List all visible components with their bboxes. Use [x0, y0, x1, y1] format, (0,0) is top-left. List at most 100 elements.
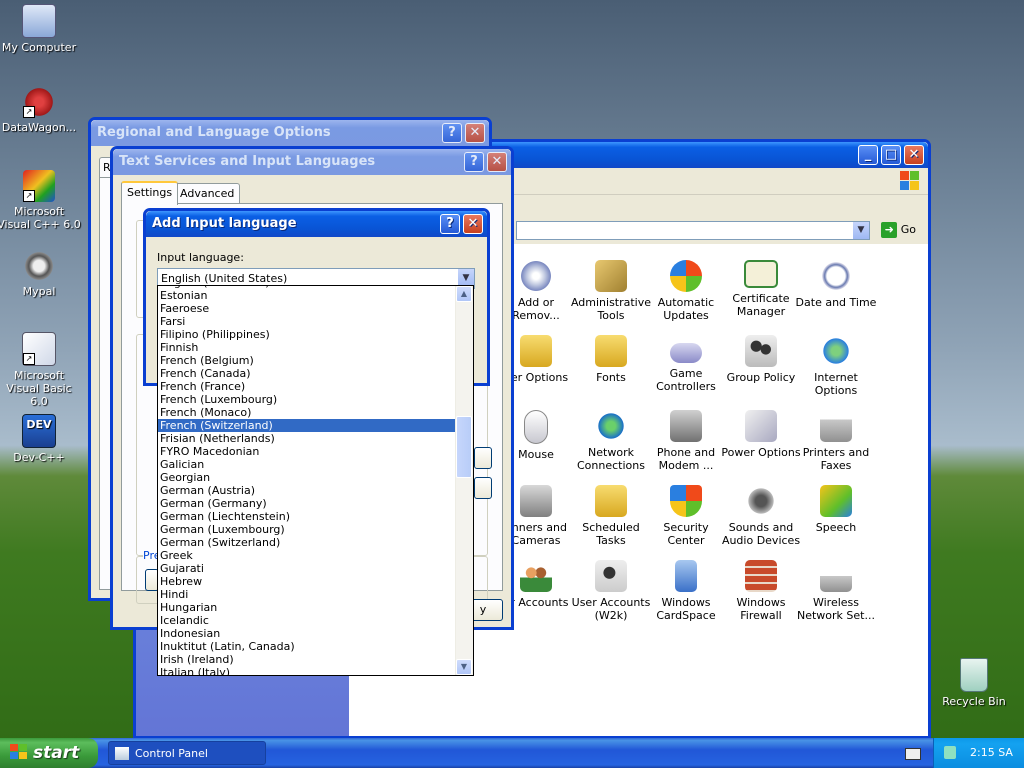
- regional-titlebar[interactable]: Regional and Language Options ? ✕: [91, 120, 489, 146]
- network-globe-icon: [595, 410, 627, 442]
- mouse-icon: [524, 410, 548, 444]
- dropdown-option[interactable]: Gujarati: [158, 562, 456, 575]
- tab-advanced[interactable]: Advanced: [174, 183, 241, 204]
- desktop-icon-my-computer[interactable]: My Computer: [0, 4, 81, 54]
- cp-item-fonts[interactable]: Fonts: [570, 335, 652, 384]
- cp-item-security-center[interactable]: Security Center: [645, 485, 727, 547]
- dropdown-option[interactable]: Filipino (Philippines): [158, 328, 456, 341]
- wireless-icon: [820, 560, 852, 592]
- dropdown-option[interactable]: German (Luxembourg): [158, 523, 456, 536]
- desktop-icon-mypal[interactable]: Mypal: [0, 250, 81, 298]
- cp-item-admin-tools[interactable]: Administrative Tools: [570, 260, 652, 322]
- dropdown-option[interactable]: Estonian: [158, 289, 456, 302]
- dropdown-option[interactable]: FYRO Macedonian: [158, 445, 456, 458]
- scroll-down-arrow-icon[interactable]: ▼: [456, 659, 472, 675]
- cp-item-phone-modem[interactable]: Phone and Modem ...: [645, 410, 727, 472]
- dropdown-option[interactable]: French (Belgium): [158, 354, 456, 367]
- dropdown-option[interactable]: Greek: [158, 549, 456, 562]
- cp-item-user-accounts-w2k[interactable]: User Accounts (W2k): [570, 560, 652, 622]
- close-button[interactable]: ✕: [465, 123, 485, 143]
- user-key-icon: [595, 560, 627, 592]
- close-button[interactable]: ✕: [463, 214, 483, 234]
- scrollbar-thumb[interactable]: [456, 416, 472, 478]
- cp-item-internet-options[interactable]: Internet Options: [795, 335, 877, 397]
- desktop-icon-recycle-bin[interactable]: Recycle Bin: [932, 658, 1016, 708]
- close-button[interactable]: ✕: [904, 145, 924, 165]
- dropdown-option[interactable]: Icelandic: [158, 614, 456, 627]
- desktop-icon-label: Dev-C++: [13, 451, 65, 464]
- dropdown-option[interactable]: Galician: [158, 458, 456, 471]
- dropdown-option[interactable]: Georgian: [158, 471, 456, 484]
- cp-item-group-policy[interactable]: Group Policy: [720, 335, 802, 384]
- desktop-icon-visual-basic[interactable]: ↗ Microsoft Visual Basic 6.0: [0, 332, 81, 408]
- dropdown-scrollbar[interactable]: ▲ ▼: [455, 286, 473, 675]
- dropdown-option[interactable]: Farsi: [158, 315, 456, 328]
- cp-item-scheduled-tasks[interactable]: Scheduled Tasks: [570, 485, 652, 547]
- go-button[interactable]: ➜ Go: [881, 222, 916, 238]
- help-button[interactable]: ?: [464, 152, 484, 172]
- dropdown-option[interactable]: German (Austria): [158, 484, 456, 497]
- desktop-icon-visual-cpp[interactable]: ↗ Microsoft Visual C++ 6.0: [0, 170, 81, 231]
- keyboard-icon[interactable]: [905, 748, 921, 760]
- cp-item-automatic-updates[interactable]: Automatic Updates: [645, 260, 727, 322]
- cp-item-wireless-network[interactable]: Wireless Network Set...: [795, 560, 877, 622]
- desktop-icon-dev-cpp[interactable]: DEV Dev-C++: [0, 414, 81, 464]
- cp-item-certificate-manager[interactable]: Certificate Manager: [720, 260, 802, 318]
- dropdown-option[interactable]: Frisian (Netherlands): [158, 432, 456, 445]
- speech-icon: [820, 485, 852, 517]
- cp-item-network-connections[interactable]: Network Connections: [570, 410, 652, 472]
- dropdown-option[interactable]: Hindi: [158, 588, 456, 601]
- text-services-titlebar[interactable]: Text Services and Input Languages ? ✕: [113, 149, 511, 175]
- dropdown-option[interactable]: Indonesian: [158, 627, 456, 640]
- dropdown-option[interactable]: Hebrew: [158, 575, 456, 588]
- tab-settings[interactable]: Settings: [121, 181, 179, 205]
- dropdown-option[interactable]: French (Luxembourg): [158, 393, 456, 406]
- dropdown-option[interactable]: Finnish: [158, 341, 456, 354]
- cp-item-date-time[interactable]: Date and Time: [795, 260, 877, 309]
- start-button[interactable]: start: [0, 738, 98, 768]
- dropdown-option[interactable]: German (Liechtenstein): [158, 510, 456, 523]
- windows-flag-icon: [10, 744, 28, 760]
- recycle-tray-icon[interactable]: [944, 746, 956, 759]
- clock[interactable]: 2:15 SA: [970, 738, 1013, 768]
- cp-item-speech[interactable]: Speech: [795, 485, 877, 534]
- properties-button[interactable]: [474, 447, 492, 469]
- cp-item-power-options[interactable]: Power Options: [720, 410, 802, 459]
- system-tray: 2:15 SA: [933, 738, 1024, 768]
- dropdown-option[interactable]: Italian (Italy): [158, 666, 456, 675]
- dropdown-option[interactable]: Inuktitut (Latin, Canada): [158, 640, 456, 653]
- minimize-button[interactable]: _: [858, 145, 878, 165]
- dropdown-option[interactable]: German (Germany): [158, 497, 456, 510]
- control-panel-icon: [115, 747, 129, 760]
- cp-item-game-controllers[interactable]: Game Controllers: [645, 335, 727, 393]
- dropdown-option[interactable]: Irish (Ireland): [158, 653, 456, 666]
- cd-install-icon: [520, 260, 552, 292]
- users-icon: [520, 560, 552, 592]
- dropdown-option[interactable]: French (France): [158, 380, 456, 393]
- close-button[interactable]: ✕: [487, 152, 507, 172]
- cp-item-sounds-audio[interactable]: Sounds and Audio Devices: [720, 485, 802, 547]
- dropdown-option[interactable]: German (Switzerland): [158, 536, 456, 549]
- cp-item-windows-cardspace[interactable]: Windows CardSpace: [645, 560, 727, 622]
- dropdown-option[interactable]: French (Switzerland): [158, 419, 456, 432]
- desktop-icon-label: Microsoft Visual Basic 6.0: [6, 369, 72, 408]
- remove-button[interactable]: [474, 477, 492, 499]
- dropdown-option[interactable]: Hungarian: [158, 601, 456, 614]
- maximize-button[interactable]: □: [881, 145, 901, 165]
- cp-item-printers-faxes[interactable]: Printers and Faxes: [795, 410, 877, 472]
- help-button[interactable]: ?: [440, 214, 460, 234]
- taskbar-item-control-panel[interactable]: Control Panel: [108, 741, 266, 765]
- dropdown-option[interactable]: French (Monaco): [158, 406, 456, 419]
- dropdown-option[interactable]: Faeroese: [158, 302, 456, 315]
- add-language-titlebar[interactable]: Add Input language ? ✕: [146, 211, 487, 237]
- scroll-up-arrow-icon[interactable]: ▲: [456, 286, 472, 302]
- dev-cpp-icon: DEV: [22, 414, 56, 448]
- shortcut-arrow-icon: ↗: [23, 353, 35, 365]
- chevron-down-icon[interactable]: ▼: [853, 222, 869, 239]
- desktop-icon-datawagon[interactable]: ↗ DataWagon...: [0, 86, 81, 134]
- address-input[interactable]: ▼: [516, 221, 870, 240]
- help-button[interactable]: ?: [442, 123, 462, 143]
- cp-item-windows-firewall[interactable]: Windows Firewall: [720, 560, 802, 622]
- input-language-dropdown-list[interactable]: English (Zimbabwe)EstonianFaeroeseFarsiF…: [157, 285, 474, 676]
- dropdown-option[interactable]: French (Canada): [158, 367, 456, 380]
